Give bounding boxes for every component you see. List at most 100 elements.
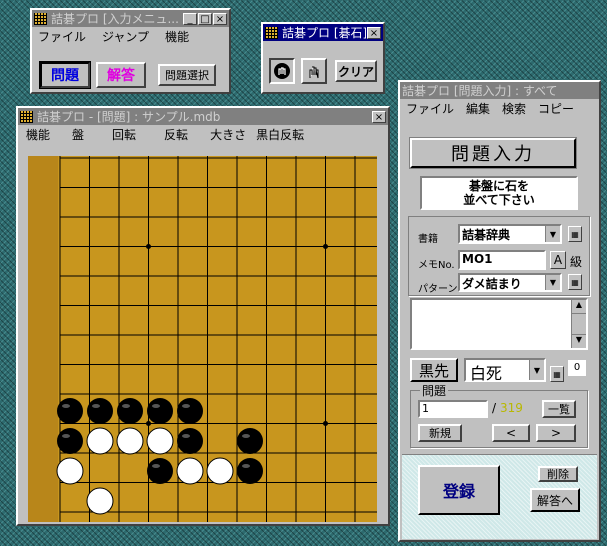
stone-title: 詰碁プロ [碁石] xyxy=(282,26,366,40)
star-point xyxy=(146,244,151,249)
black-stone xyxy=(57,428,83,454)
memo-value: MO1 xyxy=(462,252,493,266)
black-stone xyxy=(237,428,263,454)
black-stone xyxy=(57,398,83,424)
menu-edit[interactable]: 編集 xyxy=(466,100,490,117)
hint-button[interactable]: ▦ xyxy=(550,366,564,382)
answer-button[interactable]: 解答 xyxy=(96,62,146,88)
menu-file[interactable]: ファイル xyxy=(406,100,454,117)
menu-search[interactable]: 検索 xyxy=(502,100,526,117)
board-window: 詰碁プロ - [問題] : サンプル.mdb × 機能 盤 回転 反転 大きさ … xyxy=(16,106,390,526)
menu-flip[interactable]: 反転 xyxy=(164,126,188,143)
go-board[interactable] xyxy=(28,156,377,522)
white-stone xyxy=(86,487,114,515)
close-icon[interactable]: × xyxy=(367,26,381,39)
hint-count: 0 xyxy=(568,360,586,376)
grade-button[interactable]: A xyxy=(550,251,566,269)
book-label: 書籍 xyxy=(418,234,438,245)
problem-input-title: 詰碁プロ [問題入力] : すべて xyxy=(402,84,558,98)
first-move-button[interactable]: 黒先 xyxy=(410,358,458,382)
stone-highlight xyxy=(242,434,250,438)
maximize-icon[interactable]: □ xyxy=(198,12,212,25)
chevron-down-icon[interactable]: ▼ xyxy=(529,360,544,380)
close-icon[interactable]: × xyxy=(372,110,386,123)
pattern-combo[interactable]: ダメ詰まり ▼ xyxy=(458,273,562,292)
go-board-icon xyxy=(34,12,47,25)
stone-highlight xyxy=(62,434,70,438)
book-combo[interactable]: 詰碁辞典 ▼ xyxy=(458,224,562,244)
star-point xyxy=(146,421,151,426)
problem-group-label: 問題 xyxy=(420,382,449,399)
clear-button[interactable]: クリア xyxy=(335,60,377,82)
stone-highlight xyxy=(242,464,250,468)
stone-highlight xyxy=(152,404,160,408)
comment-scrollbar[interactable]: ▲ ▼ xyxy=(571,300,586,348)
problem-total: 319 xyxy=(500,401,523,415)
white-stone xyxy=(116,427,144,455)
minimize-icon[interactable]: _ xyxy=(183,12,197,25)
result-value: 白死 xyxy=(470,364,503,383)
white-stone xyxy=(176,457,204,485)
stone-highlight xyxy=(182,404,190,408)
register-button[interactable]: 登録 xyxy=(418,465,500,515)
white-stone-tool-button[interactable] xyxy=(301,58,327,84)
menu-color-swap[interactable]: 黒白反転 xyxy=(256,126,304,143)
input-menu-menubar: ファイル ジャンプ 機能 xyxy=(32,27,229,46)
chevron-down-icon[interactable]: ▼ xyxy=(545,226,560,242)
black-stone xyxy=(237,458,263,484)
star-point xyxy=(323,421,328,426)
input-menu-title: 詰碁プロ [入力メニュ... xyxy=(51,12,179,26)
scroll-up-icon[interactable]: ▲ xyxy=(572,300,586,314)
chevron-down-icon[interactable]: ▼ xyxy=(545,275,560,290)
stone-titlebar[interactable]: 詰碁プロ [碁石] × xyxy=(263,24,383,41)
menu-rotate[interactable]: 回転 xyxy=(112,126,136,143)
menu-copy[interactable]: コピー xyxy=(538,100,574,117)
close-icon[interactable]: × xyxy=(213,12,227,25)
to-answer-button[interactable]: 解答へ xyxy=(530,488,580,512)
new-button[interactable]: 新規 xyxy=(418,424,462,442)
problem-input-menubar: ファイル 編集 検索 コピー xyxy=(400,99,599,118)
menu-function[interactable]: 機能 xyxy=(165,28,189,45)
book-edit-button[interactable]: ▦ xyxy=(568,226,582,242)
black-stone xyxy=(177,428,203,454)
problem-button[interactable]: 問題 xyxy=(39,61,91,89)
problem-number: 1 xyxy=(422,402,429,415)
memo-field[interactable]: MO1 xyxy=(458,250,546,270)
board-titlebar[interactable]: 詰碁プロ - [問題] : サンプル.mdb × xyxy=(18,108,388,125)
instruction-box: 碁盤に石を 並べて下さい xyxy=(420,176,578,210)
list-button[interactable]: 一覧 xyxy=(542,400,576,418)
instruction-line-2: 並べて下さい xyxy=(463,193,535,207)
white-stone xyxy=(86,427,114,455)
stone-highlight xyxy=(182,434,190,438)
grade-suffix: 級 xyxy=(570,255,583,269)
input-menu-titlebar[interactable]: 詰碁プロ [入力メニュ... _ □ × xyxy=(32,10,229,27)
white-stone xyxy=(56,457,84,485)
black-stone xyxy=(87,398,113,424)
stone-window: 詰碁プロ [碁石] × クリア xyxy=(261,22,385,94)
scroll-down-icon[interactable]: ▼ xyxy=(572,334,586,348)
menu-board[interactable]: 盤 xyxy=(72,126,84,143)
stone-highlight xyxy=(122,404,130,408)
result-combo[interactable]: 白死 ▼ xyxy=(464,358,546,383)
input-menu-window: 詰碁プロ [入力メニュ... _ □ × ファイル ジャンプ 機能 問題 解答 … xyxy=(30,8,231,94)
black-stone-tool-button[interactable] xyxy=(269,58,295,84)
menu-size[interactable]: 大きさ xyxy=(210,126,246,143)
menu-function[interactable]: 機能 xyxy=(26,126,50,143)
prev-button[interactable]: < xyxy=(492,424,530,442)
problem-input-titlebar[interactable]: 詰碁プロ [問題入力] : すべて xyxy=(400,82,599,99)
menu-file[interactable]: ファイル xyxy=(38,28,86,45)
menu-jump[interactable]: ジャンプ xyxy=(102,28,149,45)
problem-input-window: 詰碁プロ [問題入力] : すべて ファイル 編集 検索 コピー 問題入力 碁盤… xyxy=(398,80,601,542)
delete-button[interactable]: 削除 xyxy=(538,466,578,482)
pattern-edit-button[interactable]: ▦ xyxy=(568,274,582,290)
memo-label: メモNo. xyxy=(418,260,455,271)
stone-highlight xyxy=(62,404,70,408)
stone-highlight xyxy=(152,464,160,468)
pattern-value: ダメ詰まり xyxy=(462,277,522,291)
comment-textarea[interactable]: ▲ ▼ xyxy=(410,298,588,350)
problem-select-button[interactable]: 問題選択 xyxy=(158,64,216,86)
next-button[interactable]: > xyxy=(536,424,576,442)
problem-number-field[interactable]: 1 xyxy=(418,400,488,418)
black-stone xyxy=(117,398,143,424)
book-value: 詰碁辞典 xyxy=(462,228,511,242)
